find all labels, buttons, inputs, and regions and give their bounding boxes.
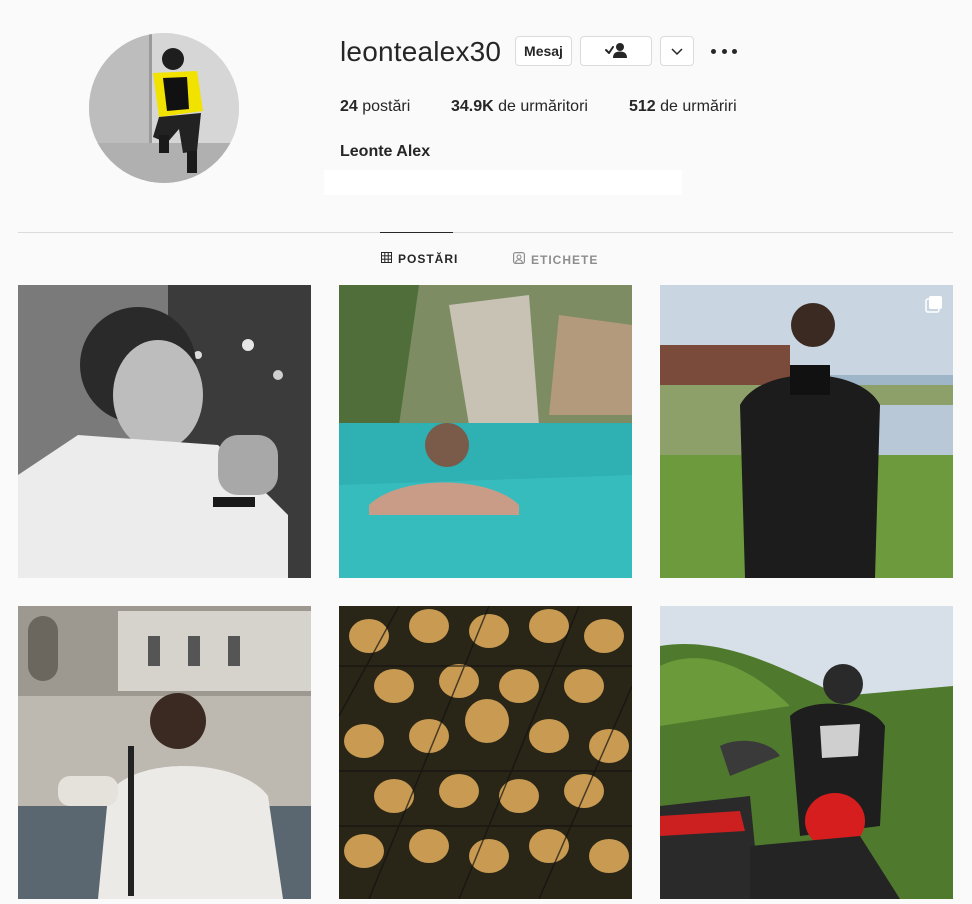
following-label: de urmăriri [660, 98, 737, 115]
post-tile-3[interactable] [660, 285, 953, 578]
profile-avatar[interactable] [89, 33, 239, 183]
profile-username: leontealex30 [340, 36, 502, 67]
tagged-person-icon [513, 252, 526, 267]
person-check-icon [605, 42, 627, 61]
posts-count: 24 [340, 98, 358, 115]
carousel-icon [925, 295, 943, 313]
tabs-divider [18, 232, 953, 233]
more-options-button[interactable] [711, 41, 737, 61]
post-tile-2[interactable] [339, 285, 632, 578]
grid-icon [381, 252, 392, 266]
profile-full-name: Leonte Alex [340, 143, 431, 160]
followers-stat[interactable]: 34.9K de urmăritori [451, 98, 588, 116]
post-tile-4[interactable] [18, 606, 311, 899]
following-count: 512 [629, 98, 656, 115]
tab-tagged-label: ETICHETE [531, 252, 599, 267]
posts-count-stat: 24 postări [340, 98, 410, 116]
active-tab-indicator [380, 232, 453, 233]
followers-label: de urmăritori [498, 98, 588, 115]
following-button[interactable] [580, 36, 652, 66]
tab-posts[interactable]: POSTĂRI [381, 252, 458, 266]
tab-tagged[interactable]: ETICHETE [513, 252, 598, 267]
post-tile-5[interactable] [339, 606, 632, 899]
chevron-down-icon [671, 43, 683, 59]
more-dot-icon [721, 48, 727, 54]
suggestions-dropdown-button[interactable] [660, 36, 694, 66]
message-button[interactable]: Mesaj [515, 36, 572, 66]
more-dot-icon [732, 48, 737, 54]
posts-label: postări [362, 98, 411, 115]
followers-count: 34.9K [451, 98, 494, 115]
post-tile-1[interactable] [18, 285, 311, 578]
more-dot-icon [711, 48, 716, 54]
following-stat[interactable]: 512 de urmăriri [629, 98, 737, 116]
bio-area [324, 170, 682, 195]
tab-posts-label: POSTĂRI [398, 252, 459, 266]
post-tile-6[interactable] [660, 606, 953, 899]
